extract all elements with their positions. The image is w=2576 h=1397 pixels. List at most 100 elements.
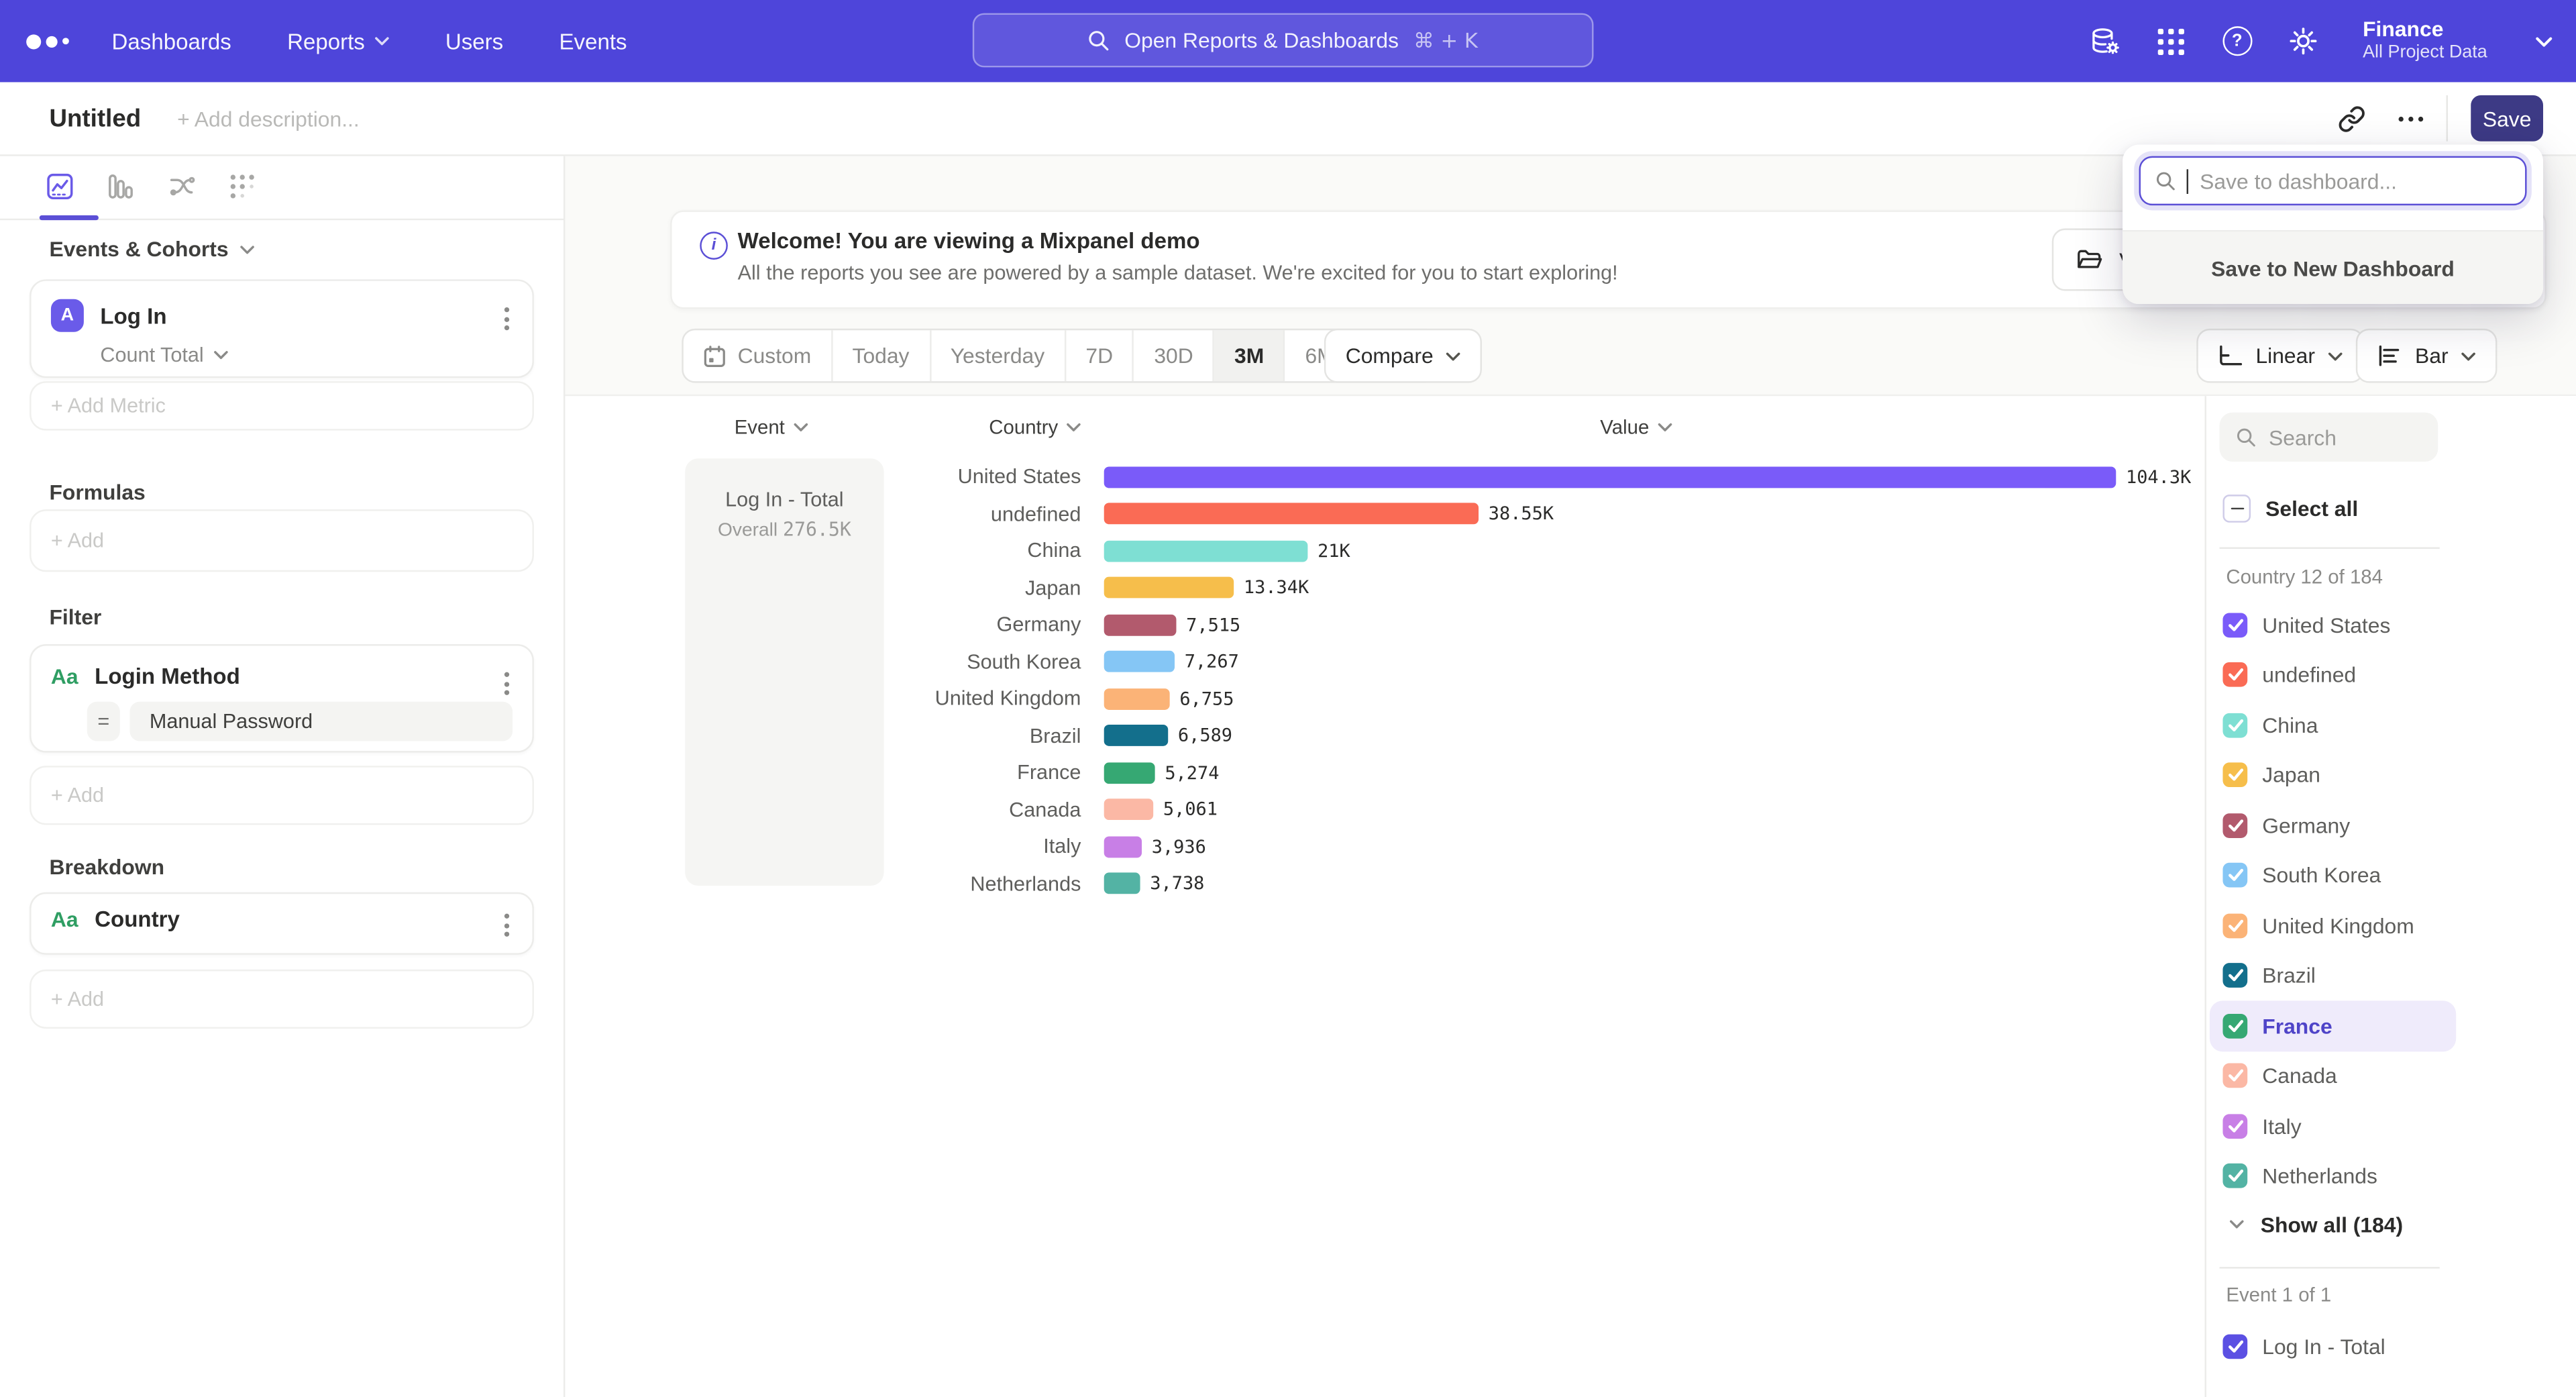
breakdown-options-kebab[interactable] <box>501 911 513 940</box>
date-range-segment[interactable]: Today <box>833 330 930 381</box>
metric-card[interactable]: A Log In Count Total <box>30 279 534 378</box>
chart-type-selector[interactable]: Bar <box>2356 329 2498 383</box>
save-to-new-dashboard-button[interactable]: Save to New Dashboard <box>2123 230 2543 304</box>
filter-list-item[interactable]: Netherlands <box>2210 1151 2456 1202</box>
breakdown-card[interactable]: Aa Country <box>30 892 534 955</box>
add-formula-button[interactable]: + Add <box>30 509 534 572</box>
metric-options-kebab[interactable] <box>501 304 513 333</box>
chart-rows: United States 104.3K undefined 38.55K Ch… <box>565 458 2204 902</box>
bar[interactable] <box>1104 614 1177 635</box>
save-to-dashboard-input[interactable]: Save to dashboard... <box>2139 156 2527 205</box>
value-column-header[interactable]: Value <box>1600 416 1672 439</box>
report-canvas: i Welcome! You are viewing a Mixpanel de… <box>565 154 2576 1397</box>
bar[interactable] <box>1104 688 1170 710</box>
data-management-icon[interactable] <box>2090 25 2122 57</box>
copy-link-icon[interactable] <box>2326 95 2375 142</box>
date-range-segment[interactable]: 7D <box>1066 330 1134 381</box>
compare-button[interactable]: Compare <box>1324 329 1483 383</box>
bar[interactable] <box>1104 836 1142 858</box>
date-range-segment[interactable]: Custom <box>684 330 833 381</box>
global-search-button[interactable]: Open Reports & Dashboards ⌘ + K <box>973 13 1594 68</box>
checkbox-indeterminate[interactable] <box>2222 495 2251 523</box>
filter-list-item[interactable]: Log In - Total <box>2210 1321 2489 1372</box>
checkbox-checked[interactable] <box>2222 713 2247 737</box>
nav-item[interactable]: Reports <box>287 29 390 54</box>
tab-funnels[interactable] <box>107 172 135 201</box>
filter-list-item[interactable]: Brazil <box>2210 951 2456 1001</box>
filter-list-item[interactable]: Canada <box>2210 1051 2456 1101</box>
report-title[interactable]: Untitled <box>49 105 141 133</box>
bar[interactable] <box>1104 466 2116 488</box>
filter-options-kebab[interactable] <box>501 669 513 698</box>
tab-flows[interactable] <box>168 172 196 201</box>
bar[interactable] <box>1104 540 1308 562</box>
divider <box>2220 548 2440 549</box>
checkbox-checked[interactable] <box>2222 663 2247 688</box>
filter-list-item[interactable]: Italy <box>2210 1101 2456 1151</box>
bar[interactable] <box>1104 503 1479 525</box>
chevron-down-icon <box>793 422 808 432</box>
bar[interactable] <box>1104 577 1234 599</box>
bar[interactable] <box>1104 799 1153 821</box>
apps-grid-icon[interactable] <box>2156 25 2188 57</box>
date-range-segment[interactable]: 30D <box>1134 330 1215 381</box>
checkbox-checked[interactable] <box>2222 1334 2247 1359</box>
nav-item[interactable]: Events <box>559 29 627 54</box>
bar[interactable] <box>1104 725 1169 747</box>
checkbox-checked[interactable] <box>2222 964 2247 988</box>
filter-list-item[interactable]: United States <box>2210 600 2456 650</box>
event-column-header[interactable]: Event <box>735 416 808 439</box>
aggregation-selector[interactable]: Count Total <box>100 344 532 366</box>
checkbox-checked[interactable] <box>2222 763 2247 788</box>
more-actions-button[interactable] <box>2399 116 2424 121</box>
filter-list-item[interactable]: Germany <box>2210 800 2456 851</box>
project-switcher[interactable]: Finance All Project Data <box>2363 16 2487 65</box>
filter-list-item[interactable]: Japan <box>2210 750 2456 800</box>
bar[interactable] <box>1104 762 1155 784</box>
add-description-button[interactable]: + Add description... <box>177 106 360 131</box>
date-range-label: Yesterday <box>951 344 1044 368</box>
tab-retention[interactable] <box>228 172 256 201</box>
filter-list-item[interactable]: China <box>2210 700 2456 750</box>
chevron-down-icon[interactable] <box>2535 36 2553 47</box>
tab-insights[interactable] <box>46 172 74 201</box>
date-range-segment[interactable]: Yesterday <box>930 330 1066 381</box>
date-range-segment[interactable]: 3M <box>1215 330 1285 381</box>
bar[interactable] <box>1104 651 1175 672</box>
checkbox-checked[interactable] <box>2222 1064 2247 1088</box>
bar[interactable] <box>1104 873 1140 894</box>
settings-gear-icon[interactable] <box>2287 25 2318 57</box>
checkbox-checked[interactable] <box>2222 1163 2247 1188</box>
checkbox-checked[interactable] <box>2222 863 2247 888</box>
filter-operator[interactable]: = <box>87 702 120 741</box>
checkbox-checked[interactable] <box>2222 913 2247 938</box>
chevron-down-icon <box>375 36 390 46</box>
checkbox-checked[interactable] <box>2222 1013 2247 1038</box>
nav-item[interactable]: Users <box>445 29 503 54</box>
filter-card[interactable]: Aa Login Method = Manual Password <box>30 644 534 753</box>
save-button[interactable]: Save <box>2471 95 2543 142</box>
select-all-row[interactable]: Select all <box>2222 495 2358 523</box>
filter-value[interactable]: Manual Password <box>129 702 513 741</box>
checkbox-checked[interactable] <box>2222 613 2247 637</box>
events-cohorts-header[interactable]: Events & Cohorts <box>49 237 254 262</box>
help-icon[interactable]: ? <box>2221 25 2253 57</box>
checkbox-checked[interactable] <box>2222 813 2247 838</box>
mixpanel-logo[interactable] <box>26 34 69 48</box>
add-breakdown-button[interactable]: + Add <box>30 970 534 1029</box>
checkbox-checked[interactable] <box>2222 1114 2247 1139</box>
filter-list-item[interactable]: United Kingdom <box>2210 900 2456 951</box>
report-type-tabs <box>0 154 564 220</box>
scale-selector[interactable]: Linear <box>2196 329 2364 383</box>
divider <box>2447 95 2448 142</box>
series-search-input[interactable]: Search <box>2220 413 2438 462</box>
show-all-button[interactable]: Show all (184) <box>2229 1204 2403 1244</box>
country-column-header[interactable]: Country <box>989 416 1081 439</box>
add-filter-button[interactable]: + Add <box>30 766 534 825</box>
filter-list-item[interactable]: South Korea <box>2210 850 2456 900</box>
nav-item[interactable]: Dashboards <box>112 29 231 54</box>
filter-list-item[interactable]: undefined <box>2210 650 2456 701</box>
breakdown-property-name: Country <box>95 907 180 932</box>
add-metric-button[interactable]: + Add Metric <box>30 381 534 430</box>
filter-list-item[interactable]: France <box>2210 1000 2456 1051</box>
